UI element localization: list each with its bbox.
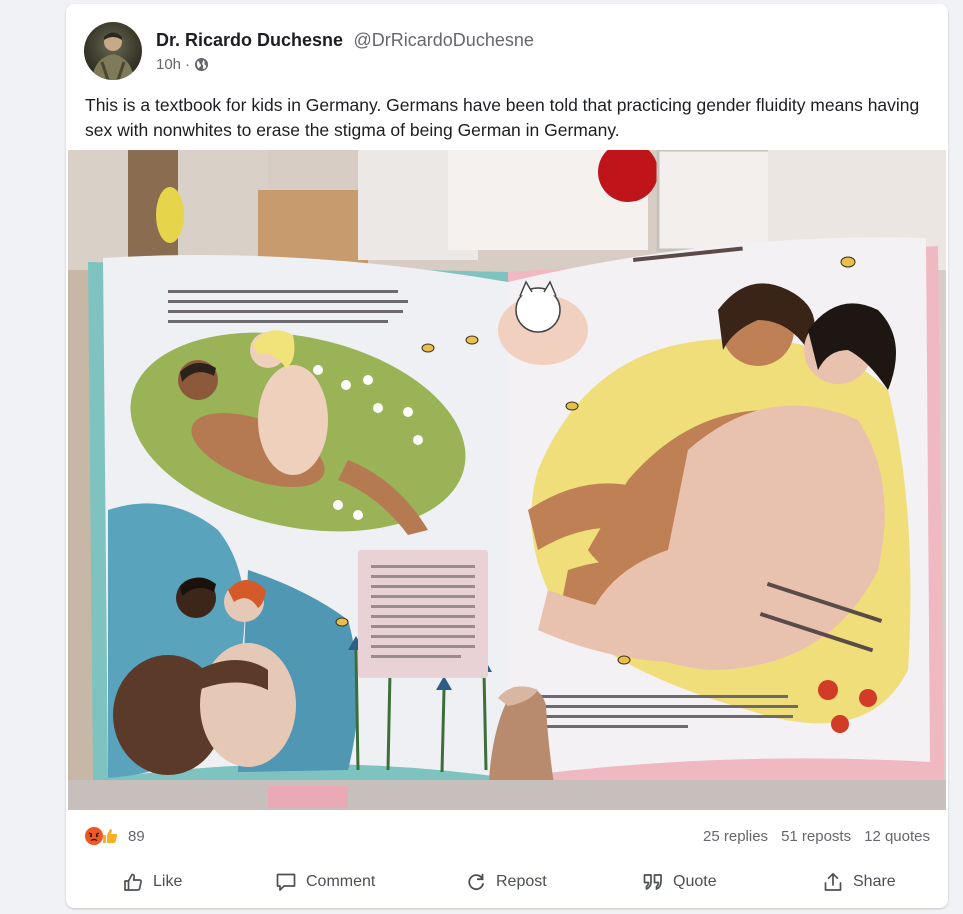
repost-label: Repost <box>496 873 547 890</box>
like-label: Like <box>153 873 183 890</box>
comment-icon <box>275 871 297 893</box>
post-header: Dr. Ricardo Duchesne @DrRicardoDuchesne … <box>84 22 924 82</box>
thumbs-up-icon <box>100 826 120 846</box>
post-photo[interactable] <box>68 150 946 810</box>
quote-label: Quote <box>673 873 717 890</box>
repost-icon <box>465 871 487 893</box>
thumbs-up-outline-icon <box>122 871 144 893</box>
reposts-count[interactable]: 51 reposts <box>781 828 851 845</box>
engagement-counts: 25 replies 51 reposts 12 quotes <box>703 828 930 845</box>
post-meta: 10h · <box>156 56 209 73</box>
post-time[interactable]: 10h <box>156 56 181 73</box>
comment-button[interactable]: Comment <box>275 862 375 902</box>
meta-separator: · <box>185 56 191 73</box>
quotes-count[interactable]: 12 quotes <box>864 828 930 845</box>
reaction-count: 89 <box>128 827 145 845</box>
repost-button[interactable]: Repost <box>465 862 547 902</box>
globe-icon <box>194 57 209 72</box>
replies-count[interactable]: 25 replies <box>703 828 768 845</box>
post-text: This is a textbook for kids in Germany. … <box>85 95 920 140</box>
reactions-summary[interactable]: 89 <box>84 826 145 846</box>
author-handle[interactable]: @DrRicardoDuchesne <box>354 30 534 50</box>
quote-button[interactable]: Quote <box>642 862 717 902</box>
post-actions: Like Comment Repost Quote Share <box>66 862 948 902</box>
author-name[interactable]: Dr. Ricardo Duchesne <box>156 30 343 50</box>
like-button[interactable]: Like <box>122 862 182 902</box>
share-label: Share <box>853 873 896 890</box>
share-button[interactable]: Share <box>822 862 896 902</box>
author-avatar[interactable] <box>84 22 142 80</box>
author-line: Dr. Ricardo Duchesne @DrRicardoDuchesne <box>156 30 534 51</box>
post-card: Dr. Ricardo Duchesne @DrRicardoDuchesne … <box>66 4 948 908</box>
post-stats: 89 25 replies 51 reposts 12 quotes <box>66 822 948 852</box>
comment-label: Comment <box>306 873 376 890</box>
share-icon <box>822 871 844 893</box>
book-photo-illustration <box>68 150 946 810</box>
quote-icon <box>642 871 664 893</box>
